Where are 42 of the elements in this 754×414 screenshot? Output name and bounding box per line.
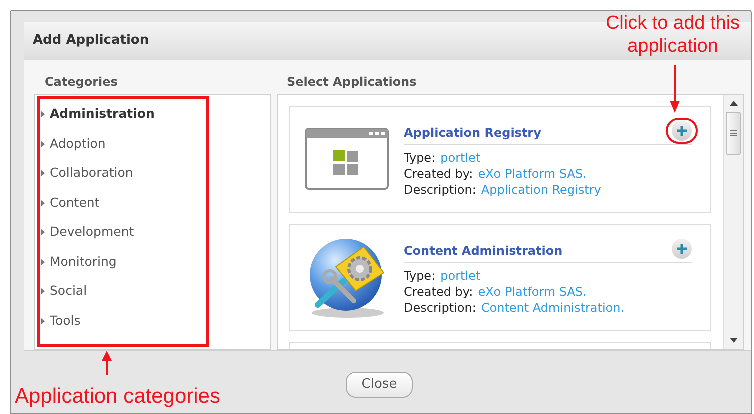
applications-heading: Select Applications: [286, 74, 418, 91]
add-button[interactable]: [672, 120, 692, 141]
expand-arrow-icon: [41, 288, 45, 296]
field-label: Type:: [404, 150, 436, 166]
scroll-down-icon[interactable]: [730, 338, 738, 343]
category-item[interactable]: Development: [50, 223, 134, 242]
plus-icon: [677, 126, 687, 136]
field-label: Created by:: [404, 284, 474, 300]
expand-arrow-icon: [41, 170, 45, 178]
category-item[interactable]: Tools: [50, 312, 81, 330]
expand-arrow-icon: [41, 318, 45, 325]
categories-heading: Categories: [44, 74, 119, 91]
category-item[interactable]: Content: [50, 194, 100, 212]
grip-icon: [730, 130, 737, 137]
expand-arrow-icon: [41, 111, 45, 118]
scrollbar[interactable]: [723, 94, 743, 349]
field-label: Description:: [404, 300, 476, 316]
close-button[interactable]: Close: [346, 372, 414, 398]
plus-icon: [677, 244, 687, 254]
app-title-link[interactable]: Application Registry: [404, 124, 542, 142]
field-label: Description:: [404, 182, 476, 198]
expand-arrow-icon: [41, 200, 45, 207]
field-label: Created by:: [404, 166, 474, 182]
category-item[interactable]: Monitoring: [50, 252, 117, 272]
app-title-link[interactable]: Content Administration: [404, 242, 563, 260]
add-button[interactable]: [672, 238, 692, 259]
category-item[interactable]: Collaboration: [50, 164, 134, 183]
annotation-text: Click to add this application: [604, 12, 742, 58]
scroll-thumb[interactable]: [726, 112, 741, 155]
field-label: Type:: [404, 268, 436, 284]
expand-arrow-icon: [41, 229, 45, 236]
annotation-arrow: [101, 351, 113, 375]
category-item[interactable]: Social: [50, 282, 88, 301]
annotation-text: Application categories: [15, 384, 220, 410]
category-item[interactable]: Administration: [50, 105, 155, 124]
dialog-title: Add Application: [33, 32, 150, 50]
expand-arrow-icon: [41, 140, 45, 148]
annotation-arrow: [669, 65, 681, 113]
category-item[interactable]: Adoption: [50, 134, 106, 154]
expand-arrow-icon: [41, 258, 45, 266]
scroll-up-icon[interactable]: [730, 100, 738, 106]
window-icon: [305, 128, 389, 190]
